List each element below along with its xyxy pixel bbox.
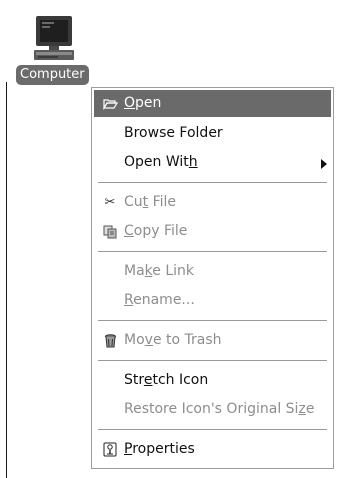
menu-item-open[interactable]: Open — [94, 90, 331, 117]
menu-item-copy-file[interactable]: Copy File — [92, 217, 333, 246]
menu-item-browse-folder[interactable]: Browse Folder — [92, 119, 333, 148]
menu-separator — [98, 360, 327, 361]
menu-item-move-to-trash[interactable]: Move to Trash — [92, 326, 333, 355]
context-menu: Open Browse Folder Open With ✂ Cut File — [91, 87, 334, 469]
desktop: Computer Open Browse Folder Open With ✂ … — [0, 0, 338, 478]
computer-icon-label[interactable]: Computer — [16, 65, 89, 85]
menu-separator — [98, 320, 327, 321]
computer-icon — [34, 16, 74, 60]
copy-icon — [102, 217, 118, 246]
folder-open-icon — [102, 90, 118, 117]
properties-icon — [102, 435, 118, 464]
menu-separator — [98, 429, 327, 430]
menu-item-make-link[interactable]: Make Link — [92, 257, 333, 286]
menu-item-properties[interactable]: Properties — [92, 435, 333, 464]
window-edge-line — [6, 82, 7, 478]
menu-item-restore-icon-size[interactable]: Restore Icon's Original Size — [92, 395, 333, 424]
scissors-icon: ✂ — [104, 195, 116, 210]
trash-icon — [102, 326, 118, 355]
chevron-right-icon — [321, 159, 327, 169]
computer-desktop-icon[interactable]: Computer — [14, 14, 96, 85]
menu-item-open-with[interactable]: Open With — [92, 148, 333, 177]
menu-item-rename[interactable]: Rename... — [92, 286, 333, 315]
menu-separator — [98, 182, 327, 183]
menu-item-stretch-icon[interactable]: Stretch Icon — [92, 366, 333, 395]
menu-item-cut-file[interactable]: ✂ Cut File — [92, 188, 333, 217]
menu-separator — [98, 251, 327, 252]
